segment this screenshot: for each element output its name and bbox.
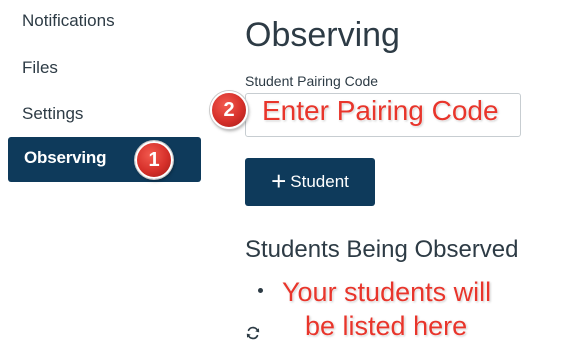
pairing-code-label: Student Pairing Code [245, 73, 379, 89]
students-note-line-2: be listed here [304, 311, 468, 342]
students-note-line-1: Your students will [281, 277, 492, 308]
step-2-badge: 2 [210, 91, 248, 129]
nav-item-files[interactable]: Files [22, 58, 58, 78]
enter-pairing-code-annotation: Enter Pairing Code [262, 95, 500, 127]
nav-item-observing-label: Observing [24, 148, 107, 167]
add-student-button[interactable]: + Student [245, 158, 375, 206]
nav-item-settings[interactable]: Settings [22, 104, 83, 124]
page-title: Observing [245, 16, 400, 54]
add-student-label: Student [290, 172, 349, 191]
list-bullet [258, 288, 263, 293]
plus-icon: + [271, 166, 287, 196]
nav-item-notifications[interactable]: Notifications [22, 11, 115, 31]
students-being-observed-heading: Students Being Observed [245, 236, 519, 263]
refresh-icon[interactable] [245, 325, 261, 341]
step-1-badge: 1 [135, 141, 173, 179]
